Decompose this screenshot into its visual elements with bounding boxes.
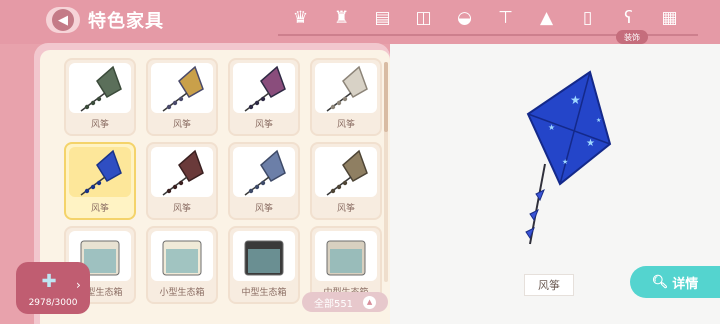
furniture-item[interactable]: 风筝	[146, 58, 218, 136]
search-icon: 🔍︎	[651, 274, 669, 290]
tab-teddy-bear[interactable]: ʕ	[608, 4, 649, 32]
tab-armchair[interactable]: ♛	[280, 4, 321, 32]
terrarium-icon	[326, 240, 366, 276]
kite-icon	[326, 149, 368, 196]
tab-bathtub[interactable]: ◒	[444, 4, 485, 32]
item-label: 风筝	[254, 204, 273, 214]
kite-preview-star: ★	[596, 117, 601, 124]
furniture-item[interactable]: 风筝	[64, 142, 136, 220]
terrarium-icon	[244, 240, 284, 276]
kite-preview-star: ★	[586, 138, 595, 149]
item-label: 风筝	[172, 204, 191, 214]
kite-preview-bow	[525, 188, 545, 240]
item-label: 风筝	[336, 120, 355, 130]
item-label: 小型生态箱	[159, 288, 205, 298]
terrarium-icon	[162, 240, 202, 276]
item-thumbnail	[151, 231, 213, 281]
item-thumbnail	[69, 147, 131, 197]
furniture-grid: 风筝风筝风筝风筝风筝风筝风筝风筝小型生态箱小型生态箱中型生态箱中型生态箱	[40, 50, 390, 324]
active-tab-label: 装饰	[616, 30, 648, 44]
furniture-item[interactable]: 风筝	[146, 142, 218, 220]
item-label: 风筝	[90, 120, 109, 130]
furniture-item[interactable]: 风筝	[228, 58, 300, 136]
details-button[interactable]: 🔍︎ 详情	[630, 266, 720, 298]
teddy-bear-icon: ʕ	[624, 8, 633, 28]
tab-wall-brick[interactable]: ▦	[649, 4, 690, 32]
scrollbar-thumb[interactable]	[384, 62, 388, 132]
sofa-icon: ♜	[333, 8, 350, 28]
item-label: 风筝	[254, 120, 273, 130]
page-title: 特色家具	[88, 11, 164, 32]
furniture-item[interactable]: 风筝	[64, 58, 136, 136]
tab-bed[interactable]: ▤	[362, 4, 403, 32]
kite-icon	[244, 65, 286, 112]
total-count-pill[interactable]: 全部551 ▲	[302, 292, 388, 312]
bed-icon: ▤	[374, 8, 391, 28]
kite-preview-star: ★	[548, 123, 555, 132]
tab-sofa[interactable]: ♜	[321, 4, 362, 32]
furniture-item[interactable]: 中型生态箱	[228, 226, 300, 304]
chevron-left-icon: ◀	[52, 9, 74, 31]
tab-lamp[interactable]: ▲	[526, 4, 567, 32]
table-icon: ⊤	[498, 8, 513, 28]
category-tabs: ♛ ♜ ▤ ◫ ◒ ⊤ ▲ ▯ ʕ ▦	[280, 4, 690, 32]
back-button[interactable]: ◀	[46, 7, 80, 33]
details-label: 详情	[672, 276, 699, 292]
furniture-item[interactable]: 风筝	[310, 58, 382, 136]
item-thumbnail	[233, 63, 295, 113]
item-thumbnail	[315, 231, 377, 281]
kite-icon	[244, 149, 286, 196]
kite-preview: ★ ★ ★ ★ ★	[525, 70, 612, 245]
preview-item-name: 风筝	[524, 274, 574, 296]
total-count: 全部551	[313, 298, 354, 310]
bathtub-icon: ◒	[457, 8, 472, 28]
puzzle-pieces-icon: ✚	[41, 270, 57, 292]
armchair-icon: ♛	[292, 8, 309, 28]
oven-icon: ◫	[415, 8, 432, 28]
lamp-icon: ▲	[539, 8, 554, 28]
furniture-item[interactable]: 小型生态箱	[146, 226, 218, 304]
furniture-item[interactable]: 风筝	[310, 142, 382, 220]
kite-preview-star: ★	[570, 93, 581, 107]
scroll-up-icon[interactable]: ▲	[363, 295, 377, 309]
item-thumbnail	[315, 147, 377, 197]
kite-icon	[80, 149, 122, 196]
furniture-item[interactable]: 风筝	[228, 142, 300, 220]
item-label: 风筝	[336, 204, 355, 214]
kite-icon	[162, 65, 204, 112]
tab-oven[interactable]: ◫	[403, 4, 444, 32]
tab-table[interactable]: ⊤	[485, 4, 526, 32]
capacity-text: 2978/3000	[28, 298, 78, 308]
kite-icon	[326, 65, 368, 112]
kite-preview-star: ★	[562, 158, 568, 166]
capacity-badge[interactable]: ✚ › 2978/3000	[16, 262, 90, 314]
item-thumbnail	[315, 63, 377, 113]
wall-brick-icon: ▦	[661, 8, 678, 28]
fridge-icon: ▯	[582, 8, 593, 28]
item-label: 风筝	[172, 120, 191, 130]
kite-icon	[162, 149, 204, 196]
chevron-right-icon: ›	[76, 278, 81, 292]
kite-icon	[80, 65, 122, 112]
kite-preview-body	[526, 70, 612, 186]
tab-fridge[interactable]: ▯	[567, 4, 608, 32]
item-thumbnail	[233, 147, 295, 197]
item-thumbnail	[151, 147, 213, 197]
item-label: 中型生态箱	[241, 288, 287, 298]
item-thumbnail	[233, 231, 295, 281]
item-label: 风筝	[90, 204, 109, 214]
item-thumbnail	[151, 63, 213, 113]
item-thumbnail	[69, 63, 131, 113]
